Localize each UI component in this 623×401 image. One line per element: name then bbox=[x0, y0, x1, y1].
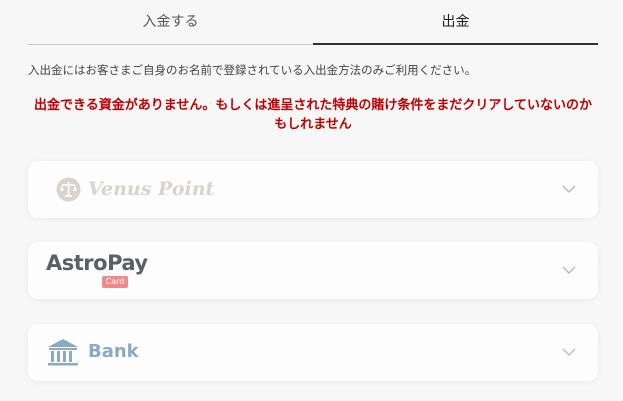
method-card-astropay[interactable]: AstroPay Card bbox=[28, 242, 598, 299]
method-card-venus-point[interactable]: Venus Point bbox=[28, 161, 598, 218]
method-name: Venus Point bbox=[88, 178, 215, 200]
no-funds-warning: 出金できる資金がありません。もしくは進呈された特典の賭け条件をまだクリアしていな… bbox=[34, 98, 592, 132]
tab-withdraw[interactable]: 出金 bbox=[313, 0, 598, 45]
method-name: Bank bbox=[88, 341, 139, 362]
usage-note: 入出金にはお客さまご自身のお名前で登録されている入出金方法のみご利用ください。 bbox=[28, 63, 477, 77]
tab-deposit[interactable]: 入金する bbox=[28, 0, 313, 44]
scales-icon bbox=[56, 177, 81, 202]
chevron-down-icon bbox=[562, 184, 576, 193]
withdraw-deposit-tabs: 入金する 出金 bbox=[28, 0, 598, 45]
bank-building-icon bbox=[48, 339, 78, 366]
method-name: AstroPay bbox=[46, 251, 148, 275]
chevron-down-icon bbox=[562, 347, 576, 356]
astropay-card-badge: Card bbox=[102, 276, 128, 288]
chevron-down-icon bbox=[562, 265, 576, 274]
method-card-bank[interactable]: Bank bbox=[28, 324, 598, 381]
